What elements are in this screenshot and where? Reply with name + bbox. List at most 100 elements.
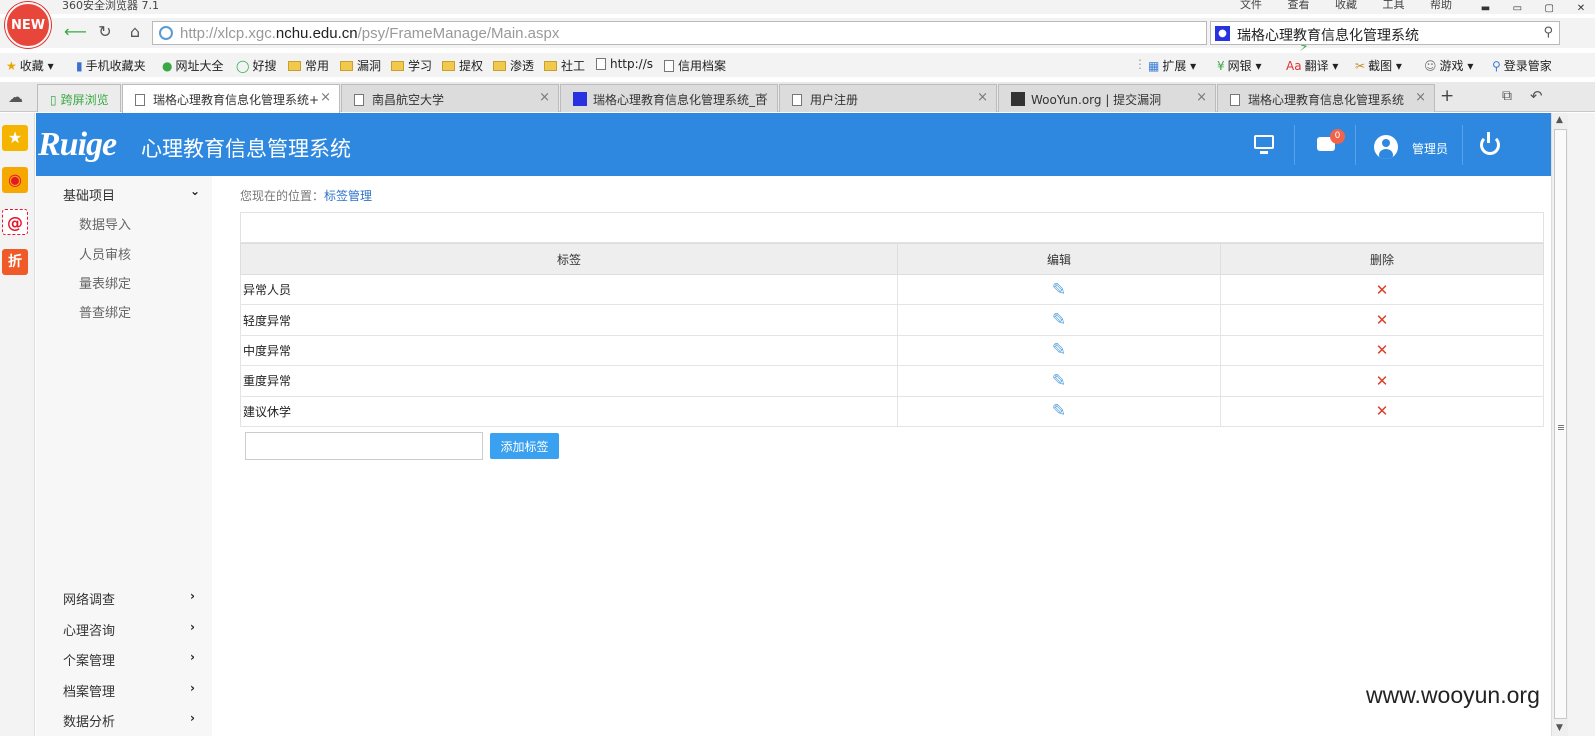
monitor-icon[interactable]: [1254, 135, 1274, 154]
minimize-icon[interactable]: ▭: [1503, 4, 1531, 14]
scroll-down-arrow-icon[interactable]: ▼: [1556, 723, 1563, 733]
favorites-star-icon[interactable]: ★: [2, 125, 28, 151]
toolbar-games[interactable]: ☺ 游戏 ▾: [1424, 57, 1473, 74]
user-avatar-icon[interactable]: [1374, 135, 1398, 159]
mail-icon[interactable]: @: [2, 209, 28, 235]
refresh-icon[interactable]: ↻: [94, 21, 116, 43]
new-tag-input[interactable]: [245, 432, 483, 460]
maximize-icon[interactable]: ▢: [1535, 4, 1563, 14]
menu-file[interactable]: 文件: [1240, 0, 1262, 11]
skin-icon[interactable]: ▬: [1472, 4, 1500, 14]
back-arrow-icon[interactable]: ⟵: [64, 21, 87, 43]
menu-data-import[interactable]: 数据导入: [79, 214, 131, 233]
bookmark-favorites[interactable]: ★ 收藏 ▾: [6, 57, 54, 74]
toolbar-translate[interactable]: Aa 翻译 ▾: [1286, 57, 1338, 74]
pencil-icon[interactable]: ✎: [1052, 340, 1066, 360]
chevron-right-icon[interactable]: ›: [190, 681, 195, 695]
delete-x-icon[interactable]: ✕: [1376, 311, 1389, 329]
menu-basic-items[interactable]: 基础项目: [63, 185, 115, 204]
bookmark-folder-privesc[interactable]: 提权: [442, 57, 483, 74]
menu-survey-binding[interactable]: 普查绑定: [79, 302, 131, 321]
chevron-down-icon[interactable]: ⌄: [190, 184, 200, 198]
home-icon[interactable]: ⌂: [124, 21, 146, 43]
tab-wooyun[interactable]: WooYun.org | 提交漏洞 ×: [998, 84, 1216, 112]
close-tab-icon[interactable]: ×: [1415, 90, 1426, 105]
bookmark-mobile[interactable]: ▮ 手机收藏夹: [76, 57, 146, 74]
address-url[interactable]: http://xlcp.xgc.nchu.edu.cn/psy/FrameMan…: [180, 25, 559, 42]
bookmarks-bar: ★ 收藏 ▾ ▮ 手机收藏夹 ● 网址大全 ◯ 好搜 常用 漏洞 学习 提权 渗透 社工…: [0, 53, 1595, 77]
menu-favorites[interactable]: 收藏: [1335, 0, 1357, 11]
cloud-sync-icon[interactable]: ☁: [8, 88, 23, 106]
menu-scale-binding[interactable]: 量表绑定: [79, 273, 131, 292]
chevron-right-icon[interactable]: ›: [190, 620, 195, 634]
menu-personnel-review[interactable]: 人员审核: [79, 244, 131, 263]
delete-x-icon[interactable]: ✕: [1376, 372, 1389, 390]
magnifier-icon[interactable]: ⚲: [1543, 25, 1553, 40]
chevron-right-icon[interactable]: ›: [190, 589, 195, 603]
tab-cross-screen[interactable]: ▯ 跨屏浏览: [37, 84, 121, 112]
bookmark-http[interactable]: http://s: [596, 57, 653, 71]
menu-counseling[interactable]: 心理咨询: [63, 620, 115, 639]
power-icon[interactable]: [1480, 132, 1500, 155]
menu-view[interactable]: 查看: [1288, 0, 1310, 11]
tab-ruige-baidu[interactable]: 瑞格心理教育信息化管理系统_百 ×: [560, 84, 778, 112]
pencil-icon[interactable]: ✎: [1052, 401, 1066, 421]
restore-tabs-icon[interactable]: ⧉: [1502, 88, 1512, 104]
tab-ruige-2[interactable]: 瑞格心理教育信息化管理系统 ×: [1217, 84, 1435, 112]
chevron-right-icon[interactable]: ›: [190, 650, 195, 664]
user-name[interactable]: 管理员: [1412, 140, 1448, 157]
bookmark-folder-common[interactable]: 常用: [288, 57, 329, 74]
new-tab-button[interactable]: +: [1440, 86, 1454, 106]
close-tab-icon[interactable]: ×: [758, 90, 769, 105]
bookmark-folder-study[interactable]: 学习: [391, 57, 432, 74]
add-tag-button[interactable]: 添加标签: [490, 433, 559, 459]
bookmark-credit[interactable]: 信用档案: [664, 57, 726, 74]
folder-icon: [544, 61, 557, 71]
vertical-scrollbar[interactable]: ▲ ▼: [1551, 113, 1568, 736]
globe-icon: ●: [162, 59, 173, 73]
bookmark-folder-vuln[interactable]: 漏洞: [340, 57, 381, 74]
browser-logo[interactable]: NEW: [5, 2, 51, 48]
address-bar[interactable]: http://xlcp.xgc.nchu.edu.cn/psy/FrameMan…: [152, 21, 1317, 71]
pencil-icon[interactable]: ✎: [1052, 371, 1066, 391]
search-input[interactable]: 瑞格心理教育信息化管理系统: [1237, 25, 1419, 45]
pencil-icon[interactable]: ✎: [1052, 310, 1066, 330]
pencil-icon[interactable]: ✎: [1052, 280, 1066, 300]
bookmark-folder-social[interactable]: 社工: [544, 57, 585, 74]
scroll-thumb[interactable]: [1554, 129, 1567, 719]
close-window-icon[interactable]: ✕: [1567, 4, 1595, 14]
toolbar-extensions[interactable]: ▦ 扩展 ▾: [1148, 57, 1196, 74]
toolbar-login[interactable]: ⚲ 登录管家: [1492, 57, 1552, 74]
bookmark-folder-pentest[interactable]: 渗透: [493, 57, 534, 74]
close-tab-icon[interactable]: ×: [1196, 90, 1207, 105]
bookmark-sites[interactable]: ● 网址大全: [162, 57, 224, 74]
delete-x-icon[interactable]: ✕: [1376, 281, 1389, 299]
menu-archive-management[interactable]: 档案管理: [63, 681, 115, 700]
menu-data-analysis[interactable]: 数据分析: [63, 711, 115, 730]
menu-tools[interactable]: 工具: [1383, 0, 1405, 11]
delete-x-icon[interactable]: ✕: [1376, 341, 1389, 359]
search-box[interactable]: ● 瑞格心理教育信息化管理系统 ⚲: [1210, 21, 1560, 45]
delete-x-icon[interactable]: ✕: [1376, 402, 1389, 420]
scroll-up-arrow-icon[interactable]: ▲: [1556, 115, 1563, 125]
menu-help[interactable]: 帮助: [1430, 0, 1452, 11]
close-tab-icon[interactable]: ×: [539, 90, 550, 105]
bookmark-haosou[interactable]: ◯ 好搜: [236, 57, 276, 74]
close-tab-icon[interactable]: ×: [977, 90, 988, 105]
app-header: Ruige 心理教育信息管理系统 0 管理员: [36, 113, 1551, 176]
tab-register[interactable]: 用户注册 ×: [779, 84, 997, 112]
weibo-icon[interactable]: ◉: [2, 167, 28, 193]
discount-icon[interactable]: 折: [2, 249, 28, 275]
undo-close-icon[interactable]: ↶: [1530, 87, 1543, 105]
toolbar-banking[interactable]: ¥ 网银 ▾: [1217, 57, 1262, 74]
chevron-right-icon[interactable]: ›: [190, 711, 195, 725]
menu-case-management[interactable]: 个案管理: [63, 650, 115, 669]
browser-name: 360安全浏览器 7.1: [62, 0, 159, 12]
toolbar-screenshot[interactable]: ✂ 截图 ▾: [1355, 57, 1402, 74]
tab-nchu[interactable]: 南昌航空大学 ×: [341, 84, 559, 112]
menu-network-survey[interactable]: 网络调查: [63, 589, 115, 608]
tab-ruige-active[interactable]: 瑞格心理教育信息化管理系统+ ×: [122, 84, 340, 113]
breadcrumb-current[interactable]: 标签管理: [324, 189, 372, 203]
close-tab-icon[interactable]: ×: [320, 90, 331, 105]
window-controls: ▬ ▭ ▢ ✕: [1472, 0, 1595, 14]
